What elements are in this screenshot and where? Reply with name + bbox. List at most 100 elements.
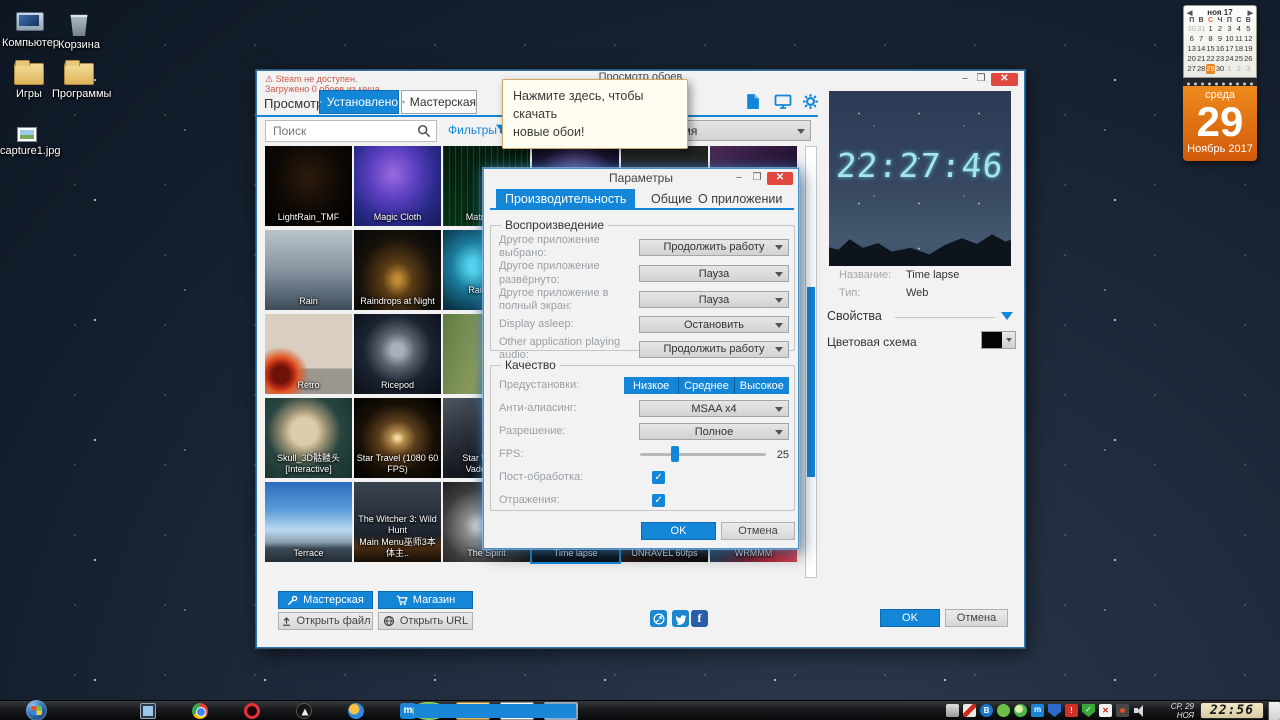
calendar-day[interactable]: 30 xyxy=(1215,64,1224,74)
calendar-day[interactable]: 18 xyxy=(1234,44,1243,54)
dialog-maximize-button[interactable]: ❐ xyxy=(750,172,764,185)
store-button[interactable]: Магазин xyxy=(378,591,473,609)
dialog-ok-button[interactable]: OK xyxy=(641,522,716,540)
calendar-day[interactable]: 21 xyxy=(1196,54,1205,64)
quicklaunch-icon[interactable] xyxy=(348,703,364,719)
calendar-day[interactable]: 16 xyxy=(1215,44,1224,54)
preset-medium-button[interactable]: Среднее xyxy=(678,377,733,394)
wallpaper-tile[interactable]: LightRain_TMF xyxy=(265,146,352,226)
quicklaunch-icon[interactable] xyxy=(244,703,260,719)
tray-icon[interactable] xyxy=(1133,704,1146,717)
desktop-icon-games[interactable]: Игры xyxy=(2,57,56,100)
tray-icon[interactable] xyxy=(946,704,959,717)
wallpaper-tile[interactable]: Skull_3D骷髅头 [Interactive] xyxy=(265,398,352,478)
calendar-day[interactable]: 10 xyxy=(1225,34,1234,44)
color-scheme-dropdown[interactable] xyxy=(981,331,1016,349)
calendar-day[interactable]: 19 xyxy=(1244,44,1253,54)
calendar-day[interactable]: 8 xyxy=(1206,34,1215,44)
grid-scrollbar[interactable] xyxy=(805,146,817,578)
calendar-day[interactable]: 2 xyxy=(1215,24,1224,34)
desktop-icon-recycle-bin[interactable]: Корзина xyxy=(52,8,106,51)
calendar-day[interactable]: 23 xyxy=(1215,54,1224,64)
calendar-day[interactable]: 6 xyxy=(1187,34,1196,44)
tab-workshop[interactable]: Мастерская xyxy=(401,90,477,114)
tray-icon[interactable] xyxy=(1031,704,1044,717)
wallpaper-tile[interactable]: Rain xyxy=(265,230,352,310)
display-icon[interactable] xyxy=(774,93,792,110)
taskbar-date[interactable]: СР, 29НОЯ xyxy=(1171,702,1194,720)
maximize-button[interactable]: ❐ xyxy=(974,73,988,86)
calendar-day[interactable]: 26 xyxy=(1244,54,1253,64)
calendar-day[interactable]: 25 xyxy=(1234,54,1243,64)
calendar-day[interactable]: 7 xyxy=(1196,34,1205,44)
steam-social-icon[interactable] xyxy=(650,610,667,627)
calendar-day[interactable]: 2 xyxy=(1234,64,1243,74)
calendar-day[interactable]: 11 xyxy=(1234,34,1243,44)
quicklaunch-icon[interactable] xyxy=(192,703,208,719)
tab-about[interactable]: О приложении xyxy=(689,189,791,208)
wallpaper-tile[interactable]: Terrace xyxy=(265,482,352,562)
wallpaper-tile[interactable]: Raindrops at Night xyxy=(354,230,441,310)
dialog-close-button[interactable]: ✕ xyxy=(767,172,793,185)
show-desktop-button[interactable] xyxy=(1268,702,1280,720)
minimize-button[interactable]: – xyxy=(958,73,972,86)
fps-slider[interactable] xyxy=(640,453,766,456)
reflections-checkbox[interactable] xyxy=(652,494,665,507)
tab-installed[interactable]: Установлено xyxy=(319,90,399,114)
calendar-day[interactable]: 3 xyxy=(1244,64,1253,74)
gear-icon[interactable] xyxy=(802,93,819,110)
calendar-next-icon[interactable]: ▶ xyxy=(1248,9,1253,17)
calendar-day[interactable]: 15 xyxy=(1206,44,1215,54)
calendar-day[interactable]: 1 xyxy=(1225,64,1234,74)
wallpaper-tile[interactable]: Magic Cloth xyxy=(354,146,441,226)
resolution-dropdown[interactable]: Полное xyxy=(639,423,789,440)
calendar-day[interactable]: 28 xyxy=(1196,64,1205,74)
calendar-day[interactable]: 9 xyxy=(1215,34,1224,44)
tab-performance[interactable]: Производительность xyxy=(496,189,635,208)
wallpaper-tile[interactable]: Ricepod xyxy=(354,314,441,394)
calendar-day[interactable]: 30 xyxy=(1187,24,1196,34)
wallpaper-tile[interactable]: Star Travel (1080 60 FPS) xyxy=(354,398,441,478)
calendar-day[interactable]: 5 xyxy=(1244,24,1253,34)
tray-icon[interactable] xyxy=(980,704,993,717)
scrollbar-thumb[interactable] xyxy=(807,287,815,477)
wallpaper-tile[interactable]: Retro xyxy=(265,314,352,394)
calendar-day[interactable]: 20 xyxy=(1187,54,1196,64)
calendar-day[interactable]: 3 xyxy=(1225,24,1234,34)
setting-dropdown[interactable]: Остановить xyxy=(639,316,789,333)
workshop-button[interactable]: Мастерская xyxy=(278,591,373,609)
preset-low-button[interactable]: Низкое xyxy=(624,377,678,394)
dialog-cancel-button[interactable]: Отмена xyxy=(721,522,795,540)
cancel-button[interactable]: Отмена xyxy=(945,609,1008,627)
tray-icon[interactable] xyxy=(997,704,1010,717)
desktop-icon-capture1[interactable]: capture1.jpg xyxy=(0,122,54,157)
calendar-day[interactable]: 13 xyxy=(1187,44,1196,54)
filters-link[interactable]: Фильтры xyxy=(448,123,497,137)
search-icon[interactable] xyxy=(417,124,431,138)
tray-icon[interactable] xyxy=(1082,704,1095,717)
fps-slider-thumb[interactable] xyxy=(671,446,679,462)
desktop-icon-computer[interactable]: Компьютер xyxy=(2,6,56,49)
dialog-minimize-button[interactable]: – xyxy=(732,172,746,185)
desktop-icon-programs[interactable]: Программы xyxy=(52,57,106,100)
quicklaunch-icon[interactable] xyxy=(296,703,312,719)
start-button[interactable] xyxy=(26,700,47,720)
calendar-day[interactable]: 29 xyxy=(1206,64,1215,74)
calendar-day[interactable]: 22 xyxy=(1206,54,1215,64)
calendar-day[interactable]: 17 xyxy=(1225,44,1234,54)
download-hint-tooltip[interactable]: Нажмите здесь, чтобы скачать новые обои! xyxy=(502,79,688,149)
calendar-day[interactable]: 1 xyxy=(1206,24,1215,34)
search-input[interactable] xyxy=(265,120,437,142)
tray-icon[interactable] xyxy=(1048,704,1061,717)
quicklaunch-icon[interactable] xyxy=(140,703,156,719)
taskbar-clock[interactable]: 22:56 xyxy=(1200,702,1264,719)
open-file-button[interactable]: Открыть файл xyxy=(278,612,373,630)
wallpaper-tile[interactable]: The Witcher 3: Wild Hunt Main Menu巫师3本体主… xyxy=(354,482,441,562)
setting-dropdown[interactable]: Пауза xyxy=(639,265,789,282)
calendar-day[interactable]: 27 xyxy=(1187,64,1196,74)
tray-icon[interactable] xyxy=(1065,704,1078,717)
properties-expand-icon[interactable] xyxy=(1001,312,1013,320)
open-url-button[interactable]: Открыть URL xyxy=(378,612,473,630)
taskbar-app-button[interactable] xyxy=(544,702,578,720)
setting-dropdown[interactable]: Продолжить работу xyxy=(639,239,789,256)
